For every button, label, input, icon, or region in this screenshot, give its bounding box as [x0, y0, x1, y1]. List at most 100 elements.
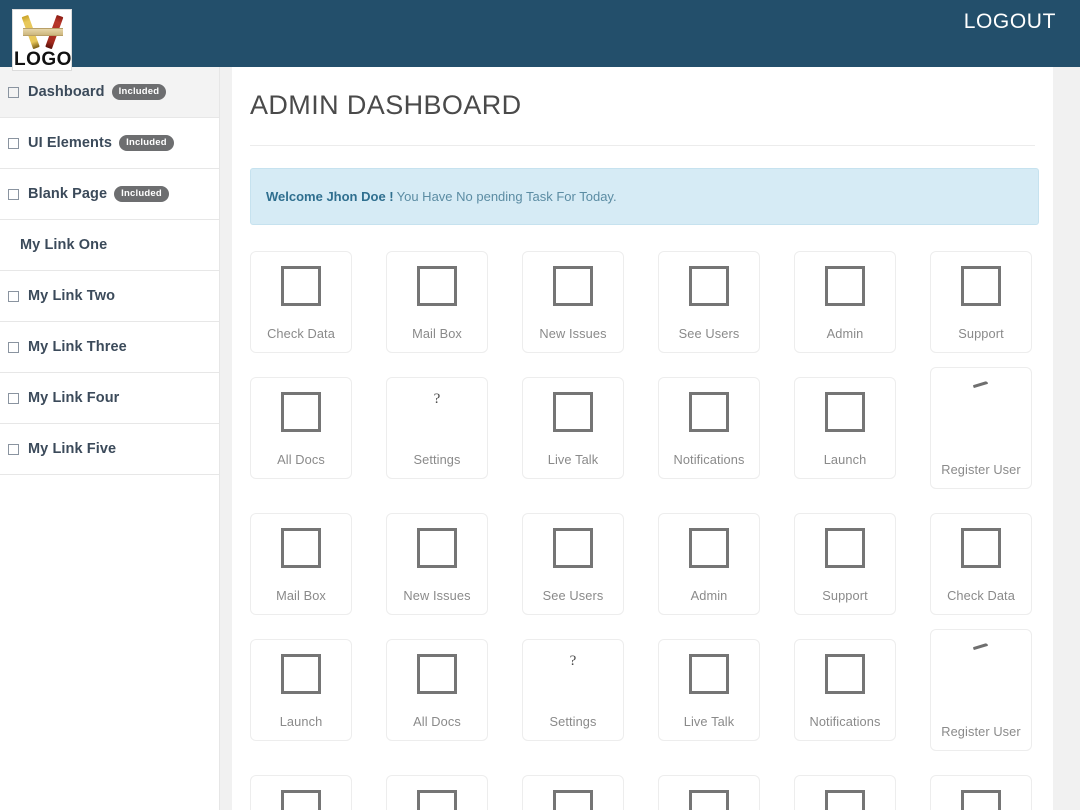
box-icon: [825, 392, 865, 432]
sidebar-item-my-link-two[interactable]: My Link Two: [0, 271, 219, 322]
welcome-message: You Have No pending Task For Today.: [397, 189, 617, 204]
top-header-bar: LOGO LOGOUT: [0, 0, 1080, 67]
dashboard-tile-mail-box[interactable]: Mail Box: [250, 513, 352, 615]
sidebar-empty-space: [0, 475, 219, 715]
sidebar-item-label: Blank Page: [28, 186, 107, 202]
dashboard-tile-label: See Users: [543, 588, 604, 604]
title-divider: [250, 145, 1035, 146]
sidebar-item-dashboard[interactable]: Dashboard Included: [0, 67, 219, 118]
welcome-banner: Welcome Jhon Doe ! You Have No pending T…: [250, 168, 1039, 225]
dashboard-tile-label: See Users: [679, 326, 740, 342]
dashboard-tile[interactable]: [250, 775, 352, 810]
box-icon: [689, 654, 729, 694]
box-icon: [961, 790, 1001, 810]
dashboard-tile-label: Support: [958, 326, 1004, 342]
dashboard-tile-label: Launch: [824, 452, 867, 468]
dashboard-tile-label: Admin: [691, 588, 728, 604]
dashboard-tile[interactable]: [794, 775, 896, 810]
dashboard-tile-see-users[interactable]: See Users: [522, 513, 624, 615]
page-root: LOGO LOGOUT DashboardIncludedUI Elements…: [0, 0, 1080, 810]
dashboard-tile[interactable]: [658, 775, 760, 810]
page-right-gutter: [1053, 67, 1080, 810]
page-title: ADMIN DASHBOARD: [232, 67, 1053, 121]
main-content-panel: ADMIN DASHBOARD Welcome Jhon Doe ! You H…: [232, 67, 1053, 810]
box-icon: [281, 654, 321, 694]
dashboard-tile-register-user[interactable]: Register User: [930, 629, 1032, 751]
dashboard-tile-support[interactable]: Support: [930, 251, 1032, 353]
sidebar-item-label: UI Elements: [28, 135, 112, 151]
dashboard-tile-register-user[interactable]: Register User: [930, 367, 1032, 489]
dashboard-tile-launch[interactable]: Launch: [250, 639, 352, 741]
dashboard-tile-all-docs[interactable]: All Docs: [386, 639, 488, 741]
checkbox-square-icon: [8, 189, 19, 200]
box-icon: [417, 654, 457, 694]
box-icon: [281, 266, 321, 306]
dashboard-tile-admin[interactable]: Admin: [658, 513, 760, 615]
dashboard-tile-grid: Check Data Mail Box New Issues See Users Adm…: [232, 225, 1053, 810]
dashboard-tile-label: Live Talk: [684, 714, 734, 730]
sidebar-item-ui-elements[interactable]: UI Elements Included: [0, 118, 219, 169]
dashboard-tile[interactable]: [930, 775, 1032, 810]
box-icon: [281, 790, 321, 810]
box-icon: [825, 790, 865, 810]
dashboard-tile-mail-box[interactable]: Mail Box: [386, 251, 488, 353]
sidebar-item-label: My Link Five: [28, 441, 116, 457]
checkbox-square-icon: [8, 291, 19, 302]
question-glyph-icon: ?: [434, 392, 441, 432]
dashboard-tile-notifications[interactable]: Notifications: [794, 639, 896, 741]
dashboard-tile-see-users[interactable]: See Users: [658, 251, 760, 353]
sidebar-nav: DashboardIncludedUI ElementsIncludedBlan…: [0, 67, 220, 810]
dashboard-tile-launch[interactable]: Launch: [794, 377, 896, 479]
dashboard-tile-all-docs[interactable]: All Docs: [250, 377, 352, 479]
box-icon: [689, 528, 729, 568]
logout-button[interactable]: LOGOUT: [964, 10, 1056, 34]
sidebar-item-label: My Link Three: [28, 339, 127, 355]
dashboard-tile-admin[interactable]: Admin: [794, 251, 896, 353]
checkbox-square-icon: [8, 444, 19, 455]
box-icon: [825, 266, 865, 306]
dashboard-tile-label: Settings: [413, 452, 460, 468]
box-icon: [553, 528, 593, 568]
sidebar-item-my-link-four[interactable]: My Link Four: [0, 373, 219, 424]
dashboard-tile-live-talk[interactable]: Live Talk: [658, 639, 760, 741]
dashboard-tile-settings[interactable]: ?Settings: [522, 639, 624, 741]
dashboard-tile-check-data[interactable]: Check Data: [930, 513, 1032, 615]
box-icon: [553, 790, 593, 810]
sidebar-item-label: Dashboard: [28, 84, 105, 100]
dashboard-tile-settings[interactable]: ? Settings: [386, 377, 488, 479]
sidebar-item-blank-page[interactable]: Blank Page Included: [0, 169, 219, 220]
logo[interactable]: LOGO: [12, 9, 72, 71]
dashboard-tile-new-issues[interactable]: New Issues: [522, 251, 624, 353]
box-icon: [825, 654, 865, 694]
dashboard-tile-label: Check Data: [947, 588, 1015, 604]
dashboard-tile-check-data[interactable]: Check Data: [250, 251, 352, 353]
box-icon: [417, 790, 457, 810]
dashboard-tile-new-issues[interactable]: New Issues: [386, 513, 488, 615]
sidebar-item-my-link-one[interactable]: My Link One: [0, 220, 219, 271]
sidebar-item-badge: Included: [119, 135, 174, 151]
box-icon: [689, 266, 729, 306]
sidebar-item-badge: Included: [114, 186, 169, 202]
architect-tools-logo-icon: [13, 10, 72, 50]
sidebar-item-badge: Included: [112, 84, 167, 100]
dashboard-tile[interactable]: [522, 775, 624, 810]
sidebar-item-my-link-three[interactable]: My Link Three: [0, 322, 219, 373]
dashboard-tile-notifications[interactable]: Notifications: [658, 377, 760, 479]
box-icon: [961, 528, 1001, 568]
welcome-greeting: Welcome Jhon Doe !: [266, 189, 394, 204]
checkbox-square-icon: [8, 342, 19, 353]
dashboard-tile-label: All Docs: [413, 714, 461, 730]
checkbox-square-icon: [8, 138, 19, 149]
dashboard-tile-live-talk[interactable]: Live Talk: [522, 377, 624, 479]
dashboard-tile[interactable]: [386, 775, 488, 810]
dashboard-tile-label: Mail Box: [276, 588, 326, 604]
sidebar-item-my-link-five[interactable]: My Link Five: [0, 424, 219, 475]
sidebar-item-label: My Link Four: [28, 390, 119, 406]
box-icon: [281, 528, 321, 568]
dashboard-tile-support[interactable]: Support: [794, 513, 896, 615]
dashboard-tile-label: Register User: [941, 724, 1021, 740]
dashboard-tile-label: New Issues: [539, 326, 606, 342]
dashboard-tile-label: Notifications: [809, 714, 880, 730]
box-icon: [553, 392, 593, 432]
dashboard-tile-label: Check Data: [267, 326, 335, 342]
